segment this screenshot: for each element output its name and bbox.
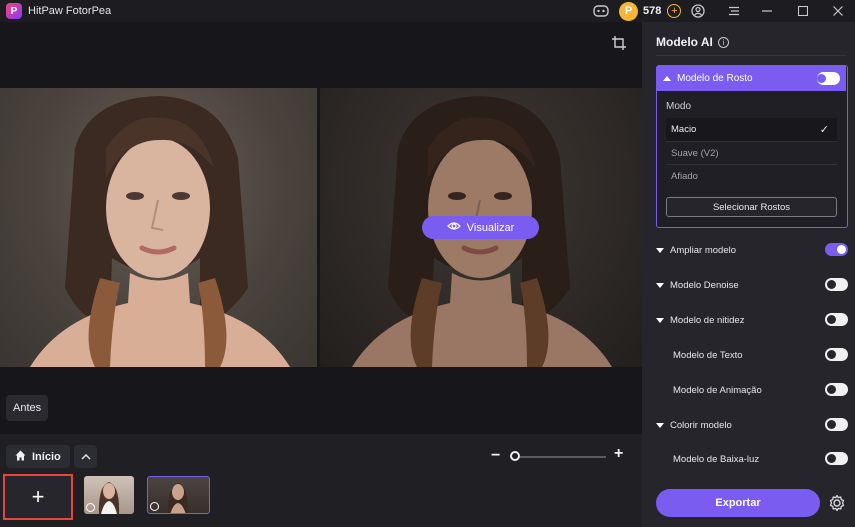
model-row-upscale[interactable]: Ampliar modelo — [656, 242, 848, 258]
caret-down-icon — [656, 317, 664, 323]
home-label: Início — [32, 450, 61, 463]
zoom-out-button[interactable]: − — [491, 447, 500, 465]
mode-option-afiado[interactable]: Afiado — [666, 164, 837, 187]
panel-title-text: Modelo AI — [656, 35, 713, 49]
coin-icon: P — [619, 1, 638, 21]
add-credits-icon[interactable]: + — [667, 4, 682, 18]
model-row-lowlight[interactable]: Modelo de Baixa-luz — [656, 451, 848, 467]
animation-model-toggle[interactable] — [825, 383, 848, 396]
mode-option-label: Suave (V2) — [671, 147, 719, 159]
bottom-bar: Início − + + — [0, 434, 642, 527]
eye-icon — [446, 221, 461, 234]
mode-option-macio[interactable]: Macio ✓ — [666, 118, 837, 141]
mode-option-label: Afiado — [671, 170, 698, 182]
add-image-button[interactable]: + — [3, 474, 73, 520]
caret-down-icon — [656, 247, 664, 253]
before-toggle-button[interactable]: Antes — [6, 395, 49, 421]
close-icon[interactable] — [829, 2, 847, 20]
face-model-toggle[interactable] — [817, 72, 840, 85]
zoom-slider-track[interactable] — [514, 456, 606, 458]
ai-model-panel: Modelo AI i Modelo de Rosto Modo Macio ✓… — [642, 22, 855, 527]
face-model-label: Modelo de Rosto — [677, 73, 753, 84]
panel-title: Modelo AI i — [656, 35, 729, 49]
credits-count: 578 — [643, 5, 662, 17]
model-label: Ampliar modelo — [670, 244, 736, 256]
checkmark-icon: ✓ — [819, 124, 829, 136]
face-model-header[interactable]: Modelo de Rosto — [657, 66, 846, 91]
face-model-section: Modelo de Rosto Modo Macio ✓ Suave (V2) … — [656, 65, 848, 228]
colorize-toggle[interactable] — [825, 418, 848, 431]
model-row-text[interactable]: Modelo de Texto — [656, 347, 848, 363]
model-row-colorize[interactable]: Colorir modelo — [656, 417, 848, 433]
app-logo-icon: P — [6, 3, 22, 19]
thumbnail-status-icon — [150, 502, 159, 511]
caret-down-icon — [656, 282, 664, 288]
preview-canvas: Visualizar Antes — [0, 22, 642, 434]
sharpen-toggle[interactable] — [825, 313, 848, 326]
maximize-icon[interactable] — [794, 2, 812, 20]
model-label: Modelo de Baixa-luz — [673, 453, 760, 465]
thumbnail-status-icon — [86, 503, 95, 512]
collapse-button[interactable] — [74, 445, 97, 468]
model-label: Modelo de Animação — [673, 384, 762, 396]
thumbnail-2-selected[interactable] — [147, 476, 210, 514]
export-button[interactable]: Exportar — [656, 489, 820, 517]
upscale-toggle[interactable] — [825, 243, 848, 256]
zoom-in-button[interactable]: + — [614, 445, 623, 463]
crop-icon[interactable] — [612, 36, 630, 54]
credits-badge[interactable]: P 578 + — [619, 1, 682, 21]
zoom-slider-handle[interactable] — [510, 451, 520, 461]
before-image — [0, 88, 317, 367]
info-icon[interactable]: i — [717, 36, 729, 48]
mode-label: Modo — [666, 101, 692, 112]
app-title: HitPaw FotorPea — [28, 5, 112, 17]
menu-icon[interactable] — [725, 2, 743, 20]
select-faces-button[interactable]: Selecionar Rostos — [666, 197, 837, 217]
model-label: Modelo de nitidez — [670, 314, 745, 326]
thumbnail-1[interactable] — [84, 476, 134, 514]
model-label: Colorir modelo — [670, 419, 732, 431]
model-row-sharpen[interactable]: Modelo de nitidez — [656, 312, 848, 328]
gear-icon[interactable] — [828, 494, 847, 513]
account-icon[interactable] — [689, 2, 707, 20]
model-label: Modelo Denoise — [670, 279, 739, 291]
mode-option-label: Macio — [671, 124, 697, 135]
text-model-toggle[interactable] — [825, 348, 848, 361]
caret-up-icon — [663, 76, 671, 81]
caret-down-icon — [656, 422, 664, 428]
lowlight-toggle[interactable] — [825, 452, 848, 465]
denoise-toggle[interactable] — [825, 278, 848, 291]
model-row-denoise[interactable]: Modelo Denoise — [656, 277, 848, 293]
discord-icon[interactable] — [592, 2, 610, 20]
title-bar: P HitPaw FotorPea P 578 + — [0, 0, 855, 22]
chevron-up-icon — [80, 451, 91, 463]
home-button[interactable]: Início — [6, 445, 70, 468]
home-icon — [15, 450, 26, 464]
model-label: Modelo de Texto — [673, 349, 743, 361]
mode-option-suave[interactable]: Suave (V2) — [666, 141, 837, 164]
divider — [656, 55, 847, 56]
preview-button[interactable]: Visualizar — [422, 216, 539, 239]
preview-label: Visualizar — [466, 221, 515, 234]
model-row-animation[interactable]: Modelo de Animação — [656, 382, 848, 398]
minimize-icon[interactable] — [758, 2, 776, 20]
